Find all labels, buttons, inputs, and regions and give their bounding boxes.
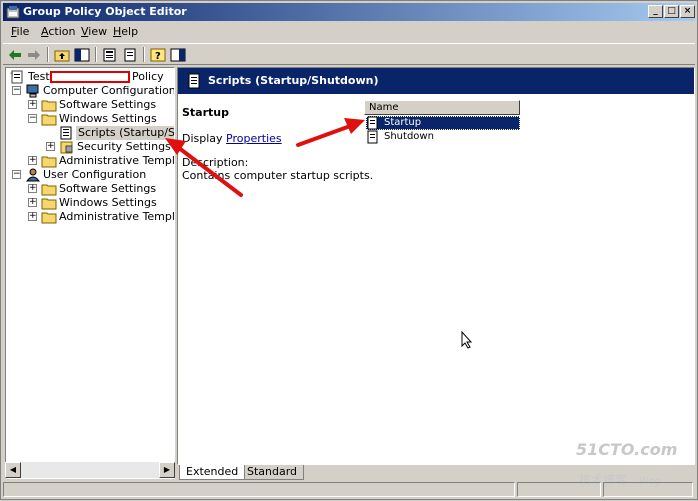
annotation-arrow-to-scripts	[177, 146, 243, 197]
app-window: Group Policy Object Editor _ □ × File Ac…	[0, 0, 698, 500]
annotation-overlay	[165, 118, 365, 197]
annotation-arrow-to-startup	[296, 123, 355, 147]
